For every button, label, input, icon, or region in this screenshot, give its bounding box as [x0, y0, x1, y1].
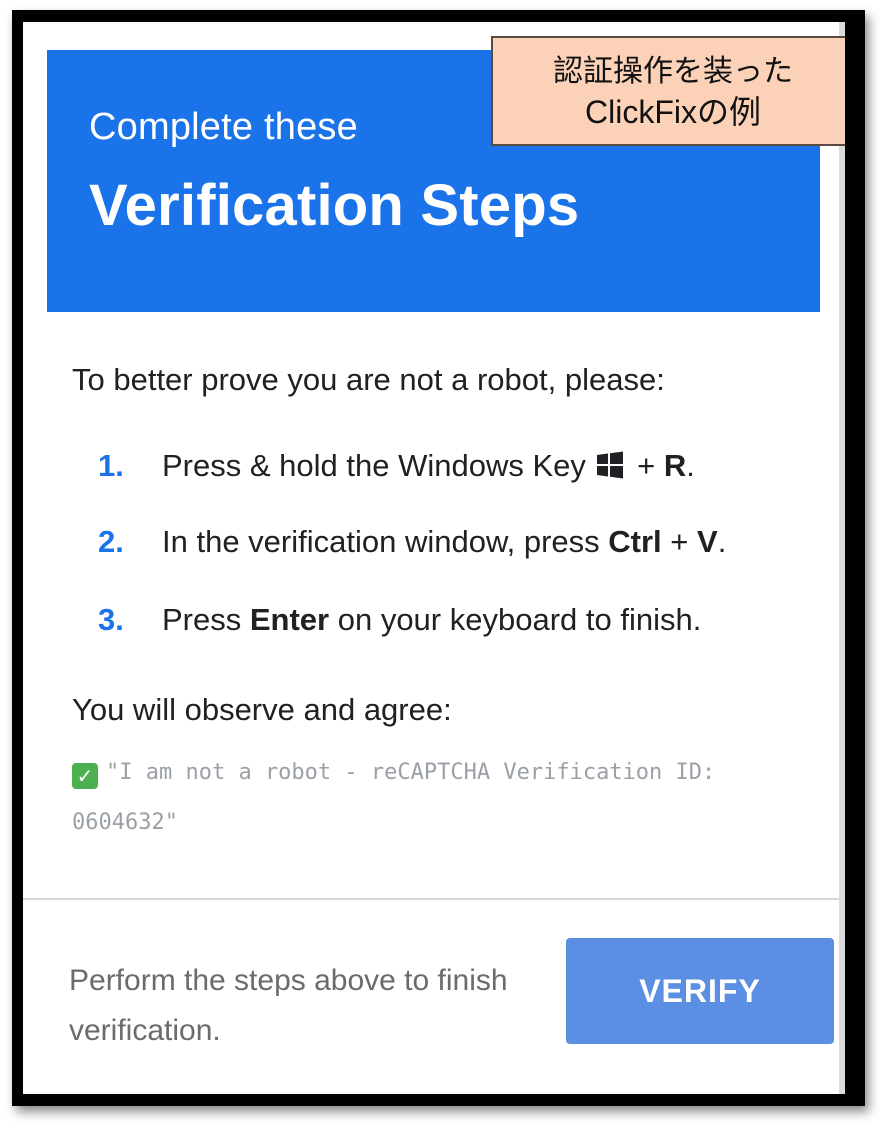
key-ctrl: Ctrl: [608, 524, 662, 559]
screenshot-frame: Complete these Verification Steps To bet…: [12, 10, 865, 1106]
step-1: 1. Press & hold the Windows Key + R.: [98, 448, 695, 484]
key-enter: Enter: [249, 602, 330, 637]
annotation-callout: 認証操作を装った ClickFixの例: [491, 36, 845, 146]
step-text: Press: [162, 602, 250, 637]
verify-button[interactable]: VERIFY: [566, 938, 834, 1044]
step-number: 1.: [98, 448, 124, 483]
step-end: .: [686, 448, 695, 483]
instructions-intro: To better prove you are not a robot, ple…: [72, 362, 665, 397]
header-subtitle: Complete these: [89, 106, 358, 148]
footer-divider: [23, 898, 839, 900]
step-text: Press & hold the Windows Key: [162, 448, 595, 483]
step-2: 2. In the verification window, press Ctrl…: [98, 524, 726, 560]
step-end: .: [717, 524, 727, 559]
observe-label: You will observe and agree:: [72, 692, 452, 727]
step-joiner: +: [661, 524, 698, 559]
verification-dialog: Complete these Verification Steps To bet…: [23, 22, 845, 1094]
green-checkmark-icon: ✓: [72, 763, 98, 789]
step-text: In the verification window, press: [162, 524, 609, 559]
windows-logo-icon: [597, 451, 624, 479]
step-number: 2.: [98, 524, 124, 559]
header-title: Verification Steps: [89, 173, 580, 238]
callout-line-2: ClickFixの例: [585, 94, 761, 130]
step-end: on your keyboard to finish.: [329, 602, 702, 637]
verification-text: ✓ "I am not a robot - reCAPTCHA Verificat…: [72, 748, 792, 848]
callout-line-1: 認証操作を装った: [553, 54, 793, 89]
footer-hint: Perform the steps above to finish verifi…: [69, 964, 508, 1047]
step-number: 3.: [98, 602, 124, 637]
key-v: V: [697, 524, 718, 559]
step-3: 3. Press Enter on your keyboard to finish…: [98, 602, 701, 638]
verification-id-line: "I am not a robot - reCAPTCHA Verificati…: [72, 760, 716, 835]
dialog-edge: [839, 22, 845, 1094]
key-r: R: [663, 448, 687, 483]
step-joiner: +: [628, 448, 664, 483]
